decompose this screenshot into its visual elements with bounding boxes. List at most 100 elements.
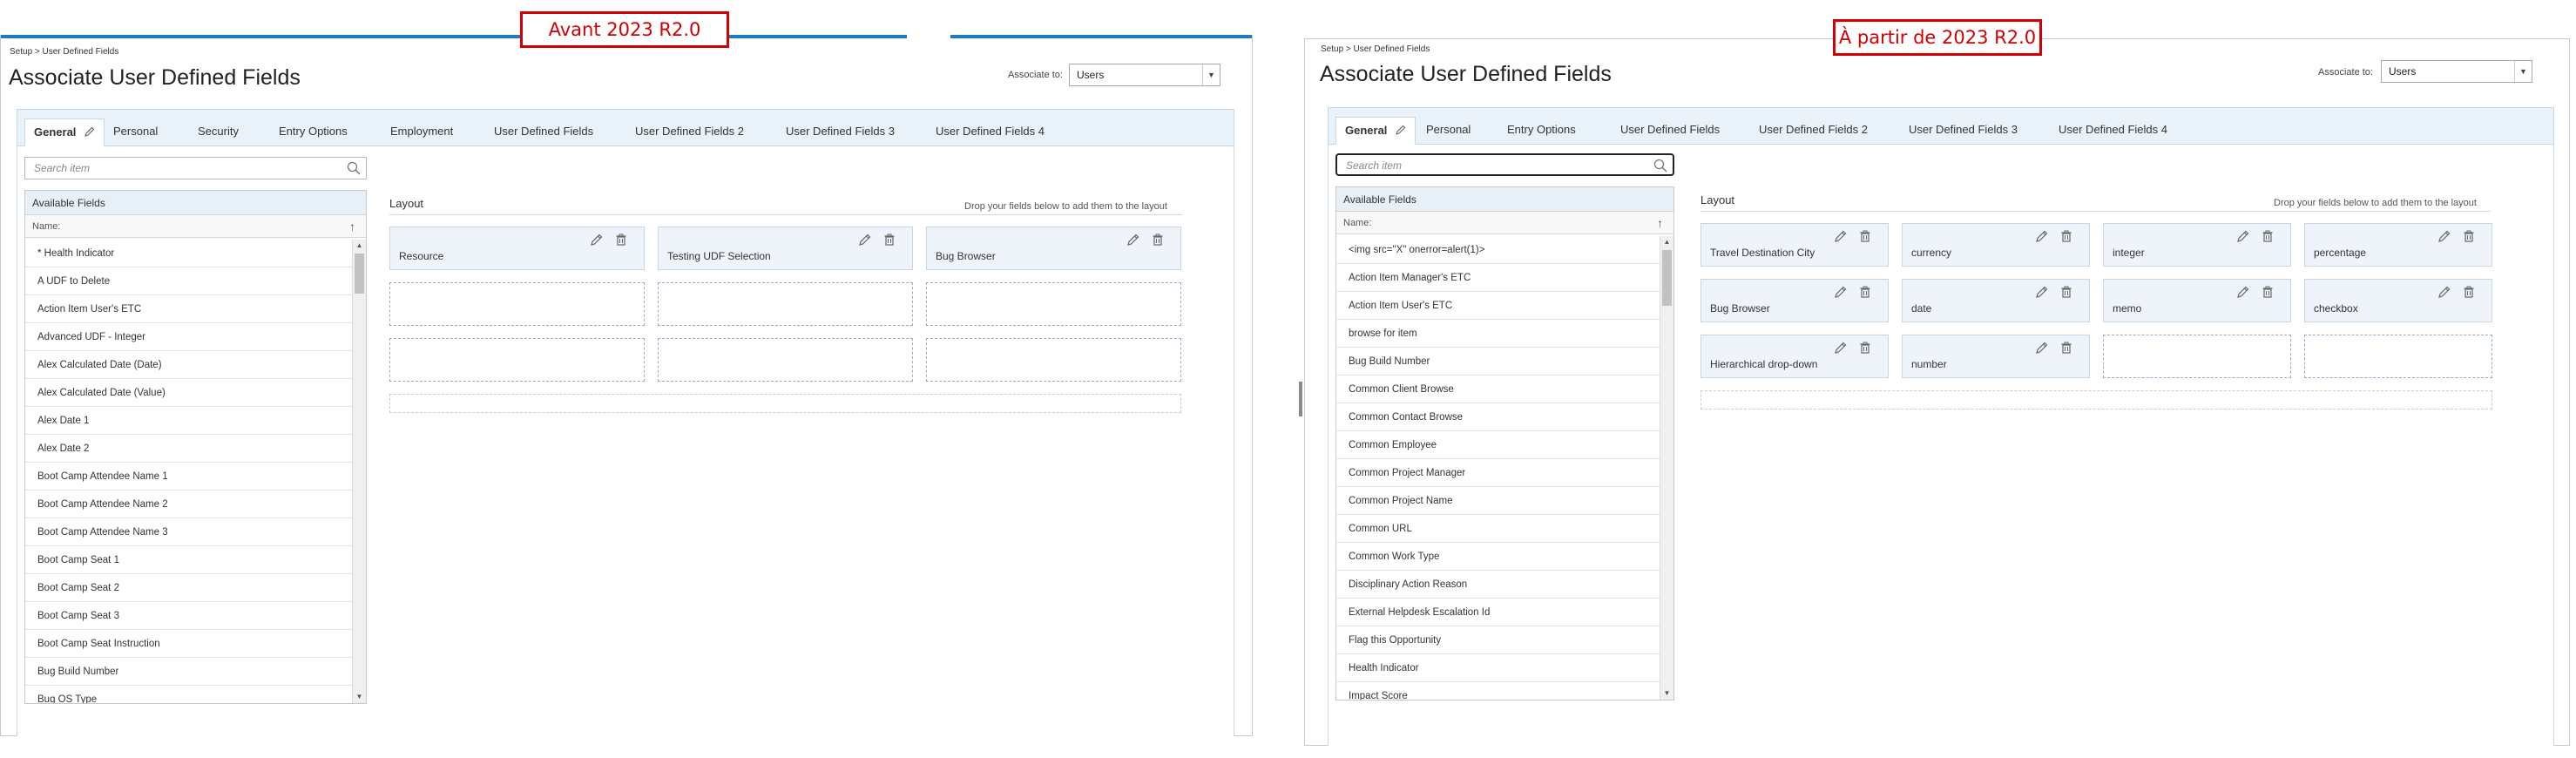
tab-user-defined-fields-2[interactable]: User Defined Fields 2 [1759, 117, 1868, 145]
pencil-icon[interactable] [2035, 229, 2049, 243]
pencil-icon[interactable] [1834, 285, 1848, 299]
scrollbar-thumb[interactable] [1662, 250, 1672, 306]
trash-icon[interactable] [2462, 229, 2476, 243]
name-column-header[interactable]: Name: ↑ [25, 215, 366, 238]
layout-field-checkbox[interactable]: checkbox [2304, 279, 2492, 322]
empty-drop-slot[interactable] [658, 282, 913, 326]
layout-field-travel-destination-city[interactable]: Travel Destination City [1700, 223, 1889, 267]
layout-field-number[interactable]: number [1902, 335, 2090, 378]
layout-field-resource[interactable]: Resource [389, 227, 645, 270]
trash-icon[interactable] [2261, 285, 2275, 299]
list-item[interactable]: Common Project Name [1336, 487, 1660, 515]
pencil-icon[interactable] [2236, 285, 2250, 299]
tab-personal[interactable]: Personal [113, 118, 158, 146]
layout-field-bug-browser[interactable]: Bug Browser [926, 227, 1181, 270]
list-item[interactable]: Boot Camp Seat 3 [25, 602, 352, 630]
scroll-up-icon[interactable]: ▲ [353, 240, 366, 252]
layout-field-currency[interactable]: currency [1902, 223, 2090, 267]
list-item[interactable]: Bug Build Number [1336, 348, 1660, 376]
list-item[interactable]: Impact Score [1336, 682, 1660, 700]
list-item[interactable]: * Health Indicator [25, 240, 352, 267]
list-item[interactable]: Flag this Opportunity [1336, 626, 1660, 654]
list-item[interactable]: Boot Camp Seat 1 [25, 546, 352, 574]
pencil-icon[interactable] [590, 233, 604, 247]
list-item[interactable]: Boot Camp Seat 2 [25, 574, 352, 602]
tab-security[interactable]: Security [198, 118, 239, 146]
layout-field-bug-browser[interactable]: Bug Browser [1700, 279, 1889, 322]
name-column-header[interactable]: Name: ↑ [1336, 212, 1673, 234]
tab-employment[interactable]: Employment [390, 118, 453, 146]
empty-drop-slot[interactable] [926, 338, 1181, 382]
trash-icon[interactable] [882, 233, 896, 247]
scroll-down-icon[interactable]: ▼ [1660, 687, 1673, 700]
scroll-up-icon[interactable]: ▲ [1660, 236, 1673, 248]
list-item[interactable]: Alex Date 1 [25, 407, 352, 435]
layout-field-testing-udf-selection[interactable]: Testing UDF Selection [658, 227, 913, 270]
list-item[interactable]: Action Item User's ETC [25, 295, 352, 323]
scroll-down-icon[interactable]: ▼ [353, 691, 366, 703]
pencil-icon[interactable] [1834, 229, 1848, 243]
tab-user-defined-fields[interactable]: User Defined Fields [1620, 117, 1720, 145]
trash-icon[interactable] [614, 233, 628, 247]
associate-to-select[interactable]: Users ▼ [2381, 60, 2532, 83]
trash-icon[interactable] [2059, 229, 2073, 243]
search-input[interactable]: Search item [24, 157, 367, 179]
list-item[interactable]: Common Client Browse [1336, 376, 1660, 403]
empty-drop-slot[interactable] [926, 282, 1181, 326]
search-icon[interactable] [1653, 159, 1667, 173]
empty-drop-slot[interactable] [389, 282, 645, 326]
pencil-icon[interactable] [2035, 285, 2049, 299]
associate-to-select[interactable]: Users ▼ [1069, 64, 1220, 86]
tab-user-defined-fields[interactable]: User Defined Fields [494, 118, 593, 146]
breadcrumb[interactable]: Setup > User Defined Fields [1321, 44, 1430, 54]
pencil-icon[interactable] [2437, 285, 2451, 299]
list-item[interactable]: Boot Camp Seat Instruction [25, 630, 352, 658]
list-item[interactable]: Boot Camp Attendee Name 1 [25, 463, 352, 491]
list-item[interactable]: Bug OS Type [25, 686, 352, 703]
add-row-drop-zone[interactable] [389, 394, 1181, 413]
pencil-icon[interactable] [2236, 229, 2250, 243]
list-item[interactable]: Alex Calculated Date (Date) [25, 351, 352, 379]
layout-field-date[interactable]: date [1902, 279, 2090, 322]
tab-general[interactable]: General [1335, 117, 1416, 145]
list-item[interactable]: <img src="X" onerror=alert(1)> [1336, 236, 1660, 264]
list-item[interactable]: Common URL [1336, 515, 1660, 543]
trash-icon[interactable] [2261, 229, 2275, 243]
tab-entry-options[interactable]: Entry Options [279, 118, 348, 146]
sort-arrow-icon[interactable]: ↑ [1657, 212, 1663, 234]
list-item[interactable]: Health Indicator [1336, 654, 1660, 682]
scrollbar[interactable]: ▲ ▼ [352, 240, 366, 703]
sort-arrow-icon[interactable]: ↑ [349, 215, 355, 238]
chevron-down-icon[interactable]: ▼ [2514, 61, 2532, 82]
list-item[interactable]: Action Item Manager's ETC [1336, 264, 1660, 292]
search-input[interactable]: Search item [1335, 153, 1674, 176]
tab-entry-options[interactable]: Entry Options [1507, 117, 1576, 145]
trash-icon[interactable] [1858, 285, 1872, 299]
list-item[interactable]: Advanced UDF - Integer [25, 323, 352, 351]
tab-user-defined-fields-4[interactable]: User Defined Fields 4 [936, 118, 1045, 146]
tab-general[interactable]: General [24, 118, 105, 146]
list-item[interactable]: Alex Date 2 [25, 435, 352, 463]
layout-field-percentage[interactable]: percentage [2304, 223, 2492, 267]
panel-divider-handle[interactable] [1299, 382, 1302, 416]
layout-field-memo[interactable]: memo [2103, 279, 2291, 322]
list-item[interactable]: Common Contact Browse [1336, 403, 1660, 431]
list-item[interactable]: Boot Camp Attendee Name 3 [25, 518, 352, 546]
tab-user-defined-fields-2[interactable]: User Defined Fields 2 [635, 118, 744, 146]
empty-drop-slot[interactable] [2304, 335, 2492, 378]
list-item[interactable]: Boot Camp Attendee Name 2 [25, 491, 352, 518]
list-item[interactable]: A UDF to Delete [25, 267, 352, 295]
pencil-icon[interactable] [1126, 233, 1140, 247]
pencil-icon[interactable] [1834, 341, 1848, 355]
layout-field-integer[interactable]: integer [2103, 223, 2291, 267]
list-item[interactable]: Alex Calculated Date (Value) [25, 379, 352, 407]
scrollbar-thumb[interactable] [355, 254, 364, 294]
tab-user-defined-fields-3[interactable]: User Defined Fields 3 [1909, 117, 2018, 145]
trash-icon[interactable] [2059, 285, 2073, 299]
list-item[interactable]: browse for item [1336, 320, 1660, 348]
pencil-icon[interactable] [858, 233, 872, 247]
trash-icon[interactable] [2462, 285, 2476, 299]
trash-icon[interactable] [1151, 233, 1165, 247]
tab-user-defined-fields-4[interactable]: User Defined Fields 4 [2059, 117, 2167, 145]
pencil-icon[interactable] [2437, 229, 2451, 243]
